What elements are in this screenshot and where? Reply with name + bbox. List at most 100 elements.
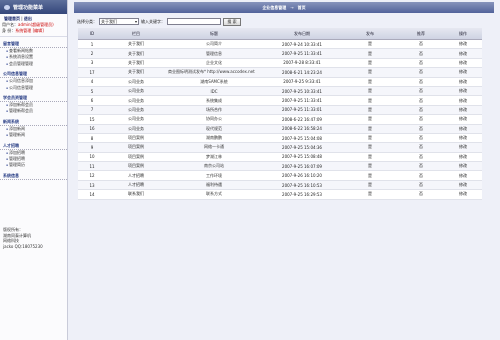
cell-title: 现代规范 — [166, 124, 262, 134]
edit-link[interactable]: 修改 — [444, 152, 482, 163]
edit-link[interactable]: 修改 — [444, 133, 482, 144]
cell-category: 项目案例 — [106, 161, 166, 172]
table-row: 7 公司业务 场所合作 2007-9-25 11:33:01 是否修改 — [78, 105, 482, 116]
edit-link[interactable]: 修改 — [444, 189, 482, 200]
cell-category: 公司业务 — [106, 105, 166, 116]
table-row: 2 关于我们 管理信息 2007-9-25 11:33:41 是否修改 — [78, 48, 482, 59]
edit-link[interactable]: 修改 — [444, 161, 482, 172]
cell-recommended: 否 — [398, 114, 444, 125]
sidebar-item[interactable]: 管理新闻 — [0, 132, 67, 138]
edit-link[interactable]: 修改 — [444, 39, 482, 50]
sidebar-section: 人才招聘添加招聘管理招聘管理简历 — [0, 143, 67, 169]
cell-title: 工作环境 — [166, 170, 262, 181]
sidebar-footer: 版权所有： 湖南同泰计算机 网络科技 jacko QQ:18075230 — [3, 227, 43, 249]
cell-title: 福利待遇 — [166, 180, 262, 191]
cell-id: 6 — [78, 95, 106, 106]
cell-date: 2007-9-25 16:29:53 — [262, 189, 342, 200]
cell-id: 5 — [78, 86, 106, 97]
cell-recommended: 否 — [398, 77, 444, 87]
cell-id: 17 — [78, 67, 106, 78]
edit-link[interactable]: [编辑] — [33, 28, 44, 33]
sidebar-item[interactable]: 会员管理管理 — [0, 61, 67, 67]
table-row: 17 关于我们 商业图标明测试发布* http://www.accodex.net 2… — [78, 67, 482, 78]
edit-link[interactable]: 修改 — [444, 86, 482, 97]
cell-date: 2007-9-25 10:33:41 — [262, 86, 342, 97]
edit-link[interactable]: 修改 — [444, 142, 482, 153]
cell-category: 人才招聘 — [106, 180, 166, 191]
sidebar-section-title[interactable]: 系统信息 — [0, 173, 67, 180]
sidebar-section: 留言管理查看新闻帖数系统消息设置会员管理管理 — [0, 41, 67, 67]
cell-published: 是 — [342, 152, 398, 163]
edit-link[interactable]: 修改 — [444, 48, 482, 59]
sidebar-item[interactable]: 管理简历 — [0, 162, 67, 168]
cell-title: 场所合作 — [166, 105, 262, 116]
cell-title: IDC — [166, 86, 262, 97]
chevron-down-icon: ▾ — [134, 19, 137, 24]
cell-title: 企业文化 — [166, 58, 262, 69]
cell-id: 2 — [78, 48, 106, 59]
edit-link[interactable]: 修改 — [444, 180, 482, 191]
cell-category: 关于我们 — [106, 67, 166, 78]
cell-date: 2007-9-25 16:10:53 — [262, 180, 342, 191]
cell-category: 公司业务 — [106, 86, 166, 97]
edit-link[interactable]: 修改 — [444, 77, 482, 87]
table-row: 10 项目案例 梦湖江林 2007-9-25 15:08:48 是否修改 — [78, 152, 482, 163]
cell-category: 关于我们 — [106, 58, 166, 69]
edit-link[interactable]: 修改 — [444, 114, 482, 125]
cell-date: 2007-9-28 8:33:41 — [262, 58, 342, 69]
cell-category: 项目案例 — [106, 133, 166, 144]
category-select[interactable]: 关于我们 ▾ — [99, 18, 139, 25]
cell-category: 联系我们 — [106, 189, 166, 200]
keyword-input[interactable] — [167, 18, 221, 25]
table-row: 6 公司业务 系统集成 2007-9-25 11:33:41 是否修改 — [78, 95, 482, 106]
table-row: 5 公司业务 IDC 2007-9-25 10:33:41 是否修改 — [78, 86, 482, 97]
edit-link[interactable]: 修改 — [444, 124, 482, 134]
cell-id: 10 — [78, 152, 106, 163]
cell-title: 系统集成 — [166, 95, 262, 106]
cell-published: 是 — [342, 124, 398, 134]
col-published: 发布 — [342, 28, 398, 40]
header-current[interactable]: 首页 — [298, 5, 306, 11]
cell-published: 是 — [342, 86, 398, 97]
sidebar-section-title[interactable]: 学会员资管理 — [0, 95, 67, 103]
sidebar-section: 新闻系统添加新闻管理新闻 — [0, 119, 67, 139]
cell-category: 公司业务 — [106, 95, 166, 106]
search-button[interactable]: 搜 索 — [223, 17, 241, 26]
edit-link[interactable]: 修改 — [444, 105, 482, 116]
table-row: 14 联系我们 联系方式 2007-9-25 16:29:53 是否修改 — [78, 189, 482, 200]
cell-recommended: 否 — [398, 86, 444, 97]
edit-link[interactable]: 修改 — [444, 170, 482, 181]
cell-published: 是 — [342, 105, 398, 116]
sidebar-item[interactable]: 公司信息管理 — [0, 85, 67, 91]
sidebar-item[interactable]: 管理新帮会员 — [0, 108, 67, 114]
sidebar: 管理功能菜单 管理首页 | 退出 用户名：admin(超级管理员) 身 份：系统… — [0, 0, 68, 340]
cell-id: 13 — [78, 180, 106, 191]
cell-recommended: 否 — [398, 124, 444, 134]
keyword-label: 输入关键字： — [141, 18, 165, 24]
cell-date: 2007-9-25 9:33:41 — [262, 77, 342, 87]
cell-recommended: 否 — [398, 161, 444, 172]
cell-id: 15 — [78, 114, 106, 125]
cell-date: 2007-9-25 11:33:41 — [262, 95, 342, 106]
sidebar-section-title[interactable]: 新闻系统 — [0, 119, 67, 126]
sidebar-section-title[interactable]: 留言管理 — [0, 41, 67, 48]
sidebar-section-title[interactable]: 人才招聘 — [0, 143, 67, 150]
home-link[interactable]: 管理首页 — [4, 16, 20, 21]
table-row: 13 人才招聘 福利待遇 2007-9-25 16:10:53 是否修改 — [78, 180, 482, 191]
edit-link[interactable]: 修改 — [444, 95, 482, 106]
edit-link[interactable]: 修改 — [444, 58, 482, 69]
edit-link[interactable]: 修改 — [444, 67, 482, 78]
cell-title: 商业图标明测试发布* http://www.accodex.net — [166, 67, 262, 78]
cell-recommended: 否 — [398, 152, 444, 163]
cell-category: 公司业务 — [106, 77, 166, 87]
cell-title: 网络一卡通 — [166, 142, 262, 153]
category-label: 选择分类： — [77, 18, 97, 24]
cell-category: 公司业务 — [106, 124, 166, 134]
cell-date: 2007-9-25 11:33:01 — [262, 105, 342, 116]
cell-id: 9 — [78, 142, 106, 153]
cell-published: 是 — [342, 170, 398, 181]
cell-id: 7 — [78, 105, 106, 116]
logout-link[interactable]: 退出 — [24, 16, 32, 21]
cell-recommended: 否 — [398, 133, 444, 144]
menu-icon — [4, 4, 10, 10]
